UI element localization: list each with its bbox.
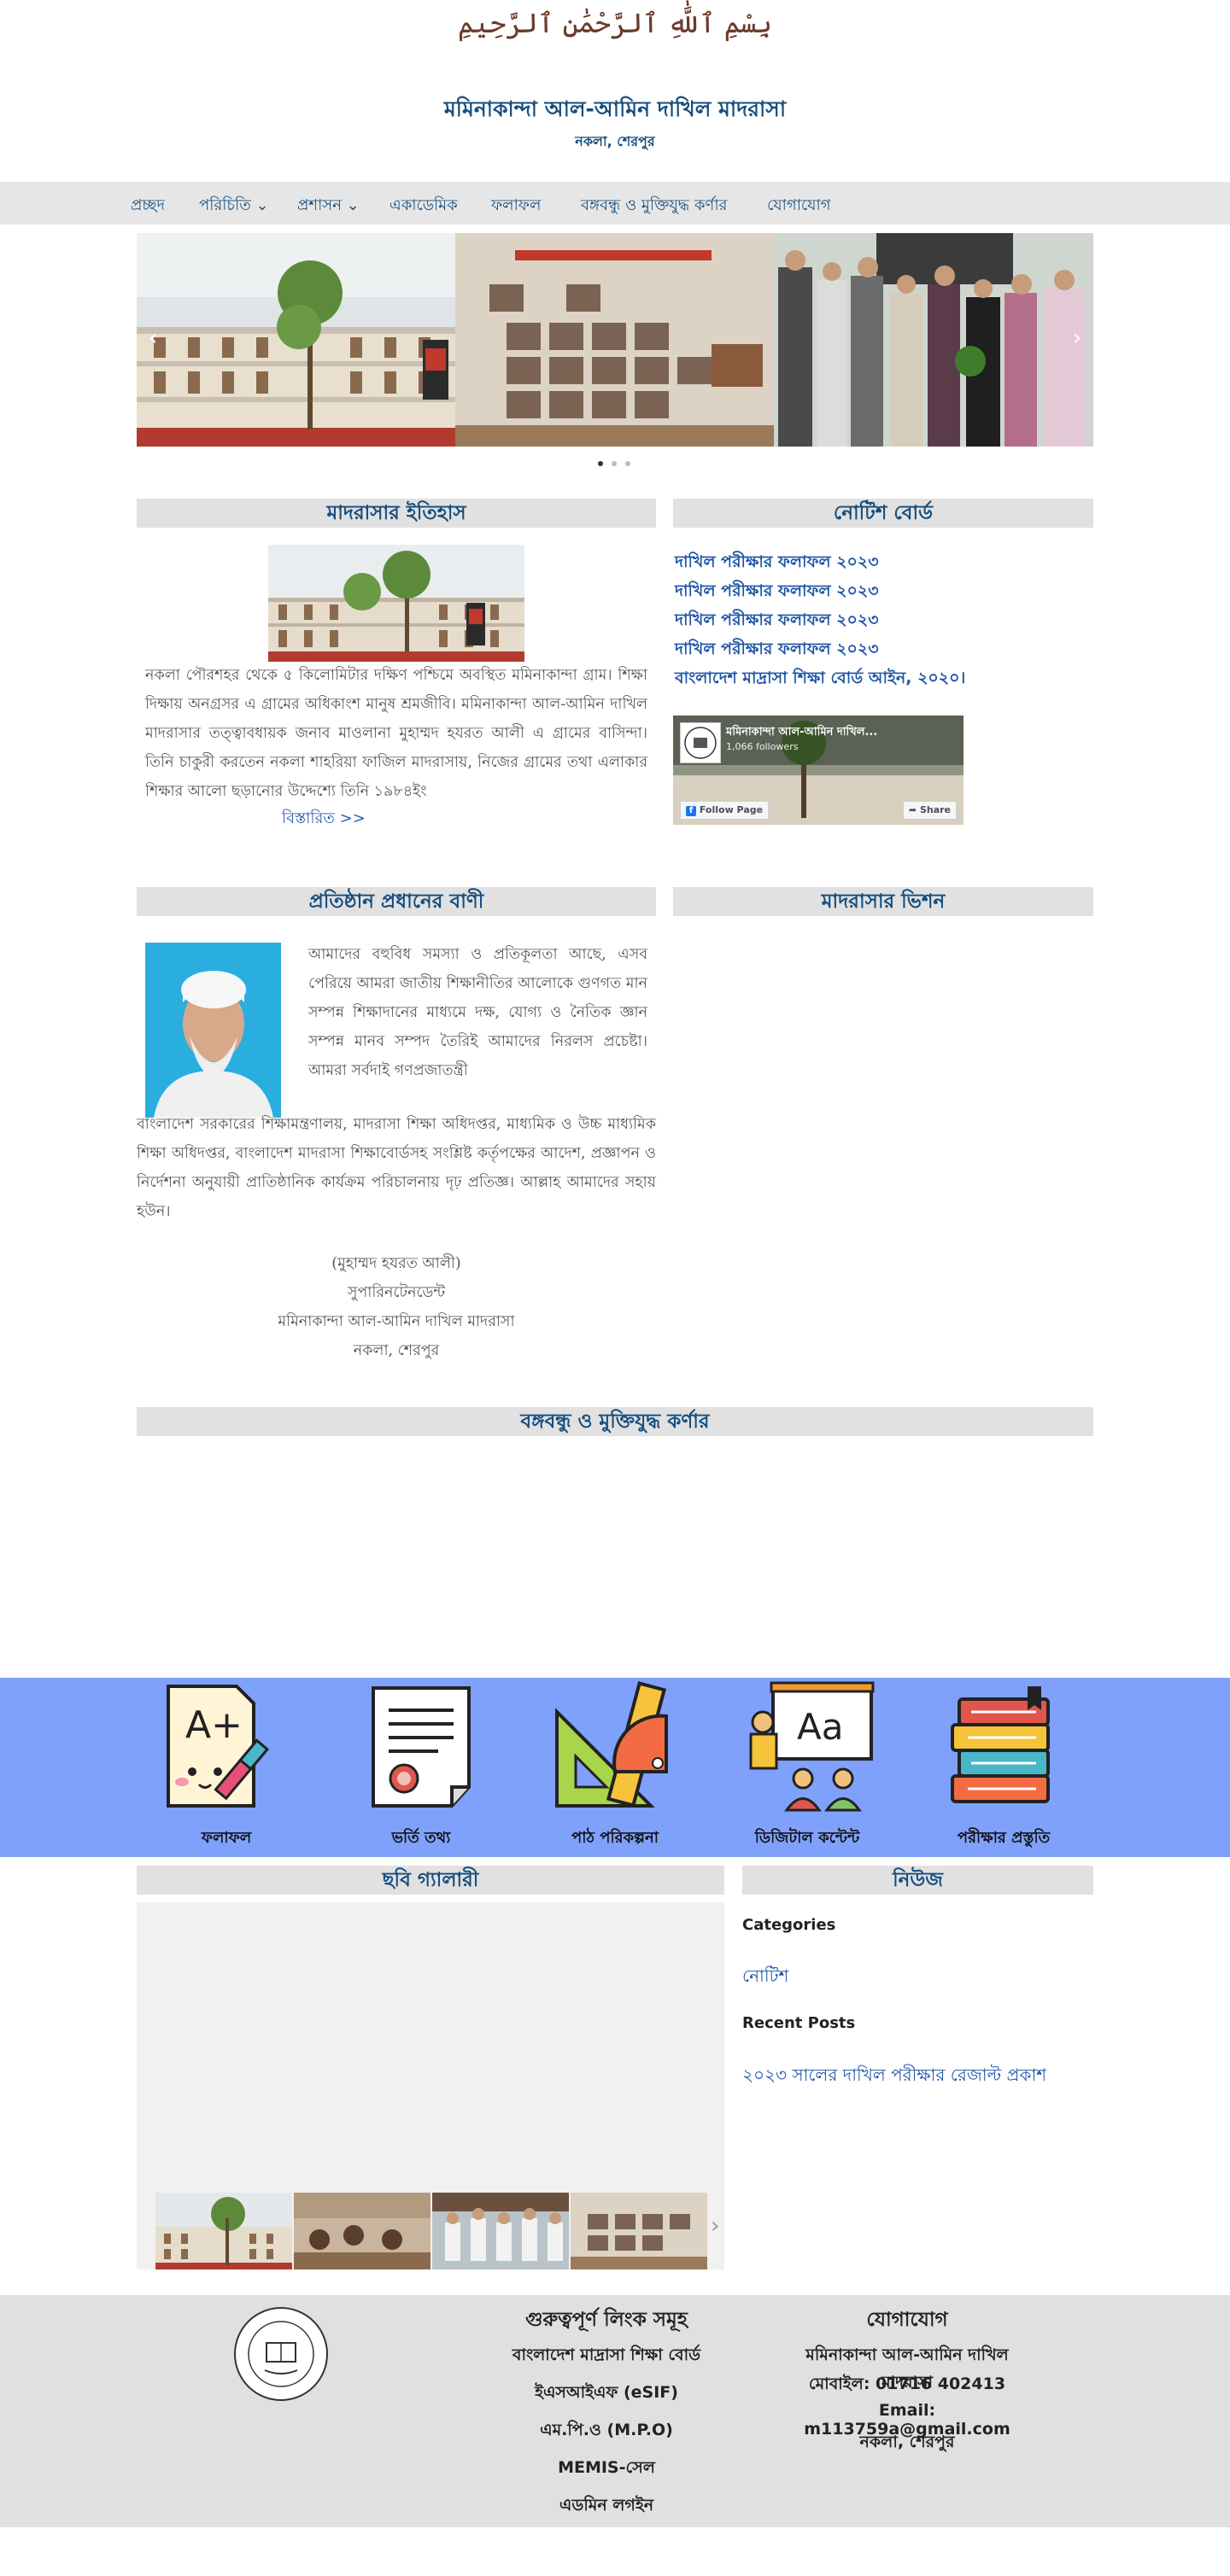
certificate-icon [372,1686,471,1808]
footer-link-esif[interactable]: ইএসআইএফ (eSIF) [478,2380,735,2408]
categories-label: Categories [742,1916,836,1934]
notice-item[interactable]: বাংলাদেশ মাদ্রাসা শিক্ষা বোর্ড আইন, ২০২০… [675,666,965,693]
nav-item-results[interactable]: ফলাফল [491,193,541,219]
signature-place: নকলা, শেরপুর [353,1342,440,1359]
vision-heading: মাদরাসার ভিশন [673,887,1093,916]
nav-item-administration[interactable]: প্রশাসন ⌄ [297,193,360,219]
image-slider[interactable]: ‹ › [137,233,1093,447]
facebook-followers: 1,066 followers [726,741,799,752]
feature-admission-info[interactable]: ভর্তি তথ্য [344,1678,498,1857]
facebook-page-widget[interactable]: মমিনাকান্দা আল-আমিন দাখিল... 1,066 follo… [673,716,964,825]
slide-madrasa-building [137,233,455,447]
bangabandhu-corner-heading: বঙ্গবন্ধু ও মুক্তিযুদ্ধ কর্ণার [137,1407,1093,1436]
notice-item[interactable]: দাখিল পরীক্ষার ফলাফল ২০২৩ [675,550,879,577]
share-icon: ➦ [908,804,917,815]
gallery-next-icon[interactable]: › [711,2213,719,2239]
recent-post-link[interactable]: ২০২৩ সালের দাখিল পরীক্ষার রেজাল্ট প্রকাশ [742,2063,1046,2091]
facebook-page-name[interactable]: মমিনাকান্দা আল-আমিন দাখিল... [726,724,877,742]
gallery-thumbnail[interactable] [571,2193,707,2269]
feature-results[interactable]: A+ ফলাফল [149,1678,303,1857]
history-text: নকলা পৌরশহর থেকে ৫ কিলোমিটার দক্ষিণ পশ্চ… [145,667,647,800]
nav-item-home[interactable]: প্রচ্ছদ [131,193,165,219]
footer-link-madrasah-board[interactable]: বাংলাদেশ মাদ্রাসা শিক্ষা বোর্ড [478,2343,735,2370]
principal-photo [145,943,281,1118]
site-footer: গুরুত্বপূর্ণ লিংক সমূহ বাংলাদেশ মাদ্রাসা… [0,2295,1230,2527]
site-title[interactable]: মমিনাকান্দা আল-আমিন দাখিল মাদরাসা [0,92,1230,129]
principal-message-heading: প্রতিষ্ঠান প্রধানের বাণী [137,887,656,916]
books-icon [951,1686,1050,1803]
teacher-board-icon: Aa [749,1681,875,1812]
feature-label: ডিজিটাল কন্টেন্ট [754,1829,860,1847]
principal-signature: (মুহাম্মদ হযরত আলী) সুপারিনটেনডেন্ট মমিন… [137,1249,656,1365]
slider-dot-active[interactable] [598,461,603,466]
slide-photo-wall [455,233,774,447]
facebook-icon: f [686,806,696,816]
quick-links-band: A+ ফলাফল ভর্তি তথ্য পাঠ পরিকল্পনা Aa ডিজ… [0,1678,1230,1857]
slider-dot[interactable] [625,461,630,466]
footer-link-admin-login[interactable]: এডমিন লগইন [478,2493,735,2521]
footer-links-heading: গুরুত্বপূর্ণ লিংক সমূহ [525,2309,688,2331]
gallery-thumbnail[interactable] [432,2193,569,2269]
history-more-link[interactable]: বিস্তারিত >> [282,806,366,832]
share-label: Share [919,804,951,815]
footer-contact-place: নকলা, শেরপুর [859,2433,955,2451]
footer-link-memis[interactable]: MEMIS-সেল [478,2456,735,2483]
history-heading: মাদরাসার ইতিহাস [137,499,656,528]
principal-message-text: বাংলাদেশ সরকারের শিক্ষামন্ত্রণালয়, মাদর… [137,1116,656,1220]
feature-label: ভর্তি তথ্য [391,1829,451,1847]
notice-item[interactable]: দাখিল পরীক্ষার ফলাফল ২০২৩ [675,579,879,606]
signature-organization: মমিনাকান্দা আল-আমিন দাখিল মাদরাসা [278,1313,515,1330]
history-building-photo [268,545,524,662]
category-link-notice[interactable]: নোটিশ [742,1964,788,1992]
feature-label: ফলাফল [201,1829,252,1847]
madrasa-seal-logo [232,2305,330,2403]
grade-paper-icon: A+ [167,1685,270,1808]
feature-label: পাঠ পরিকল্পনা [571,1829,659,1847]
bismillah-calligraphy: بِسْمِ ٱللَّٰهِ ٱلرَّحْمَٰنِ ٱلرَّحِيمِ [457,7,772,39]
signature-title: সুপারিনটেনডেন্ট [347,1284,446,1301]
facebook-follow-button[interactable]: f Follow Page [680,801,770,820]
footer-link-mpo[interactable]: এম.পি.ও (M.P.O) [478,2418,735,2445]
geometry-tools-icon [555,1681,668,1808]
footer-contact-heading: যোগাযোগ [866,2309,948,2331]
gallery-thumbnail[interactable] [294,2193,430,2269]
slider-dot[interactable] [612,461,617,466]
slide-tree-planting [774,233,1093,447]
nav-item-bangabandhu-corner[interactable]: বঙ্গবন্ধু ও মুক্তিযুদ্ধ কর্ণার [581,193,727,219]
slider-next-icon[interactable]: › [1073,325,1081,351]
gallery-thumbnail[interactable] [155,2193,292,2269]
gallery-heading: ছবি গ্যালারী [137,1866,724,1895]
main-navigation: প্রচ্ছদ পরিচিতি ⌄ প্রশাসন ⌄ একাডেমিক ফলা… [0,182,1230,225]
notice-item[interactable]: দাখিল পরীক্ষার ফলাফল ২০২৩ [675,608,879,635]
site-subtitle: নকলা, শেরপুর [575,133,655,149]
nav-item-contact[interactable]: যোগাযোগ [767,193,831,219]
follow-label: Follow Page [699,804,764,815]
feature-lesson-plan[interactable]: পাঠ পরিকল্পনা [538,1678,692,1857]
notice-item[interactable]: দাখিল পরীক্ষার ফলাফল ২০২৩ [675,637,879,664]
recent-posts-label: Recent Posts [742,2014,856,2032]
facebook-share-button[interactable]: ➦ Share [902,801,957,820]
svg-text:Aa: Aa [797,1706,843,1748]
news-heading: নিউজ [742,1866,1093,1895]
slider-prev-icon[interactable]: ‹ [149,325,157,351]
svg-text:A+: A+ [185,1703,243,1747]
nav-item-academic[interactable]: একাডেমিক [390,193,458,219]
nav-item-introduction[interactable]: পরিচিতি ⌄ [199,193,269,219]
facebook-avatar [680,722,721,763]
feature-label: পরীক্ষার প্রস্তুতি [957,1829,1051,1847]
footer-contact-phone: মোবাইল: 01716 402413 [808,2374,1006,2393]
notice-board-heading: নোটিশ বোর্ড [673,499,1093,528]
signature-name: (মুহাম্মদ হযরত আলী) [331,1255,461,1272]
slider-pagination [598,459,632,468]
feature-digital-content[interactable]: Aa ডিজিটাল কন্টেন্ট [730,1678,884,1857]
principal-message-text-side: আমাদের বহুবিধ সমস্যা ও প্রতিকূলতা আছে, এ… [308,946,647,1079]
feature-exam-preparation[interactable]: পরীক্ষার প্রস্তুতি [927,1678,1081,1857]
